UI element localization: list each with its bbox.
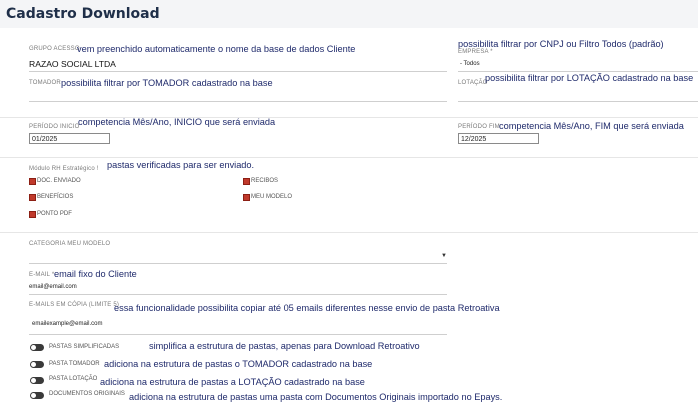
periodo-inicio-label: PERÍODO INICIO (29, 124, 80, 130)
email-input[interactable]: email@email.com (29, 284, 77, 290)
periodo-fim-label: PERÍODO FIM (458, 124, 500, 130)
checkbox-label: RECIBOS (251, 178, 279, 184)
grupo-acesso-underline (29, 71, 447, 72)
checkbox-recibos[interactable] (243, 178, 250, 185)
periodo-fim-input[interactable]: 12/2025 (458, 133, 539, 144)
lotacao-label: LOTAÇÃO (458, 80, 488, 86)
modulo-label: Módulo RH Estratégico ! (29, 166, 99, 172)
categoria-select[interactable] (29, 263, 447, 264)
toggle-pastas-simplificadas[interactable] (30, 344, 44, 351)
tomador-note: possibilita filtrar por TOMADOR cadastra… (61, 78, 273, 88)
empresa-select[interactable]: - Todos (460, 61, 480, 67)
toggle-label: PASTAS SIMPLIFICADAS (49, 344, 120, 350)
periodo-inicio-input[interactable]: 01/2025 (29, 133, 110, 144)
emails-copia-label: E-MAILS EM CÓPIA (LIMITE 5) (29, 302, 120, 308)
empresa-label: EMPRESA * (458, 49, 493, 55)
grupo-acesso-value[interactable]: RAZAO SOCIAL LTDA (29, 59, 116, 69)
grupo-acesso-label: GRUPO ACESSO (29, 46, 80, 52)
emails-copia-input[interactable]: emailexample@email.com (32, 321, 102, 327)
empresa-underline (458, 71, 698, 72)
toggle-label: PASTA TOMADOR (49, 361, 100, 367)
email-note: email fixo do Cliente (54, 269, 137, 279)
checkbox-meu-modelo[interactable] (243, 194, 250, 201)
checkbox-doc-enviado[interactable] (29, 178, 36, 185)
checkbox-label: PONTO PDF (37, 211, 72, 217)
page-title: Cadastro Download (6, 6, 160, 22)
periodo-fim-note: competencia Mês/Ano, FIM que será enviad… (499, 121, 684, 131)
checkbox-beneficios[interactable] (29, 194, 36, 201)
toggle-note: adiciona na estrutura de pastas uma past… (129, 392, 503, 402)
lotacao-field[interactable] (458, 101, 698, 102)
categoria-label: CATEGORIA MEU MODELO (29, 241, 111, 247)
emails-copia-underline (29, 334, 447, 335)
toggle-note: simplifica a estrutura de pastas, apenas… (149, 341, 420, 351)
chevron-down-icon[interactable]: ▼ (441, 253, 447, 259)
lotacao-note: possibilita filtrar por LOTAÇÃO cadastra… (485, 73, 694, 83)
modulo-note: pastas verificadas para ser enviado. (107, 160, 255, 170)
tomador-label: TOMADOR (29, 80, 61, 86)
checkbox-ponto-pdf[interactable] (29, 211, 36, 218)
toggle-documentos-originais[interactable] (30, 392, 44, 399)
email-underline (29, 294, 447, 295)
email-label: E-MAIL * (29, 272, 55, 278)
toggle-note: adiciona na estrutura de pastas o TOMADO… (104, 359, 373, 369)
emails-copia-note: essa funcionalidade possibilita copiar a… (114, 303, 500, 313)
toggle-note: adiciona na estrutura de pastas a LOTAÇÃ… (100, 377, 365, 387)
toggle-label: DOCUMENTOS ORIGINAIS (49, 391, 125, 397)
empresa-note: possibilita filtrar por CNPJ ou Filtro T… (458, 39, 664, 49)
toggle-pasta-tomador[interactable] (30, 361, 44, 368)
form-panel: GRUPO ACESSO vem preenchido automaticame… (0, 28, 698, 415)
tomador-field[interactable] (29, 101, 447, 102)
divider (0, 232, 698, 233)
checkbox-label: DOC. ENVIADO (37, 178, 81, 184)
grupo-acesso-note: vem preenchido automaticamente o nome da… (77, 44, 356, 54)
divider (0, 157, 698, 158)
toggle-pasta-lotacao[interactable] (30, 377, 44, 384)
checkbox-label: BENEFÍCIOS (37, 194, 74, 200)
toggle-label: PASTA LOTAÇÃO (49, 376, 98, 382)
checkbox-label: MEU MODELO (251, 194, 293, 200)
periodo-inicio-note: competencia Mês/Ano, INICIO que será env… (78, 117, 276, 127)
